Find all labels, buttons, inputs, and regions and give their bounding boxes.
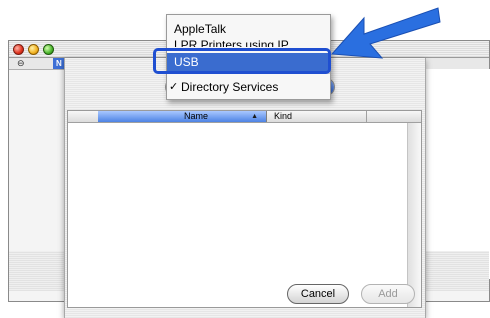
usb-highlight-ring	[153, 48, 331, 74]
menu-item-appletalk[interactable]: AppleTalk	[167, 21, 330, 37]
minimize-window-button[interactable]	[28, 44, 39, 55]
zoom-window-button[interactable]	[43, 44, 54, 55]
menu-item-label: Directory Services	[181, 80, 279, 94]
menu-item-lpr-printers[interactable]: LPR Printers using IP	[167, 37, 330, 47]
menu-item-directory-services[interactable]: ✓ Directory Services	[167, 79, 330, 95]
status-column-icon: ⊖	[17, 58, 25, 68]
sort-ascending-icon: ▲	[251, 113, 258, 120]
add-button[interactable]: Add	[361, 284, 415, 304]
printer-browser-list[interactable]: Name ▲ Kind	[67, 110, 422, 308]
name-column-label: Name	[183, 111, 208, 121]
checkmark-icon: ✓	[169, 81, 179, 93]
list-header: Name ▲ Kind	[68, 111, 421, 123]
close-window-button[interactable]	[13, 44, 24, 55]
cancel-button[interactable]: Cancel	[287, 284, 349, 304]
kind-column-header[interactable]: Kind	[266, 111, 367, 122]
name-column-header[interactable]: Name ▲	[98, 111, 267, 122]
printer-list-area	[421, 69, 490, 279]
kind-column-label: Kind	[274, 111, 293, 121]
pointer-arrow-icon	[330, 7, 441, 59]
list-scrollbar[interactable]	[407, 123, 421, 307]
